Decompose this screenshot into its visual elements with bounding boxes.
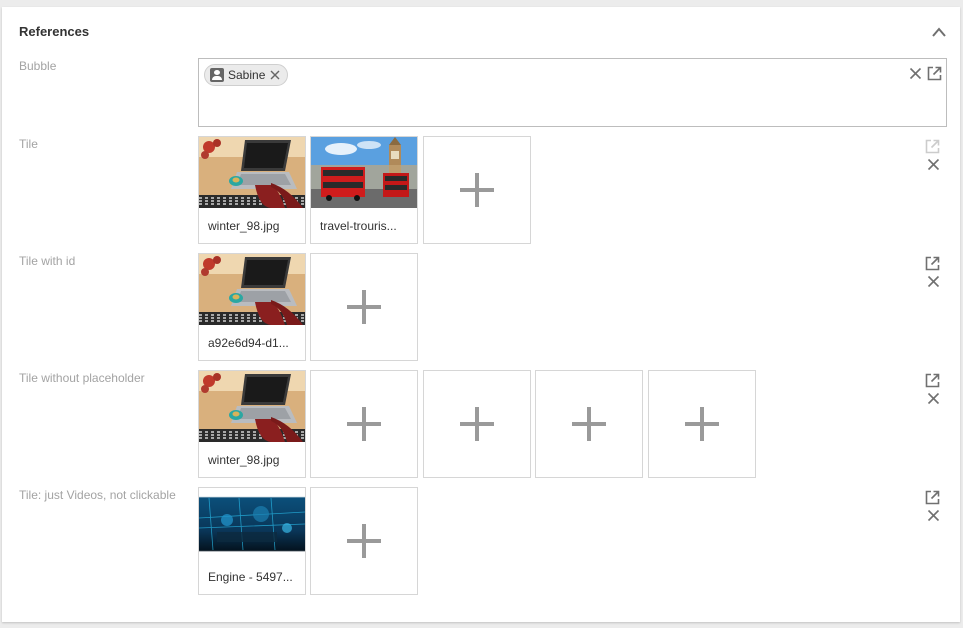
plus-icon — [347, 407, 381, 441]
plus-icon — [572, 407, 606, 441]
plus-icon — [460, 173, 494, 207]
close-icon[interactable] — [909, 67, 922, 80]
close-icon[interactable] — [927, 158, 940, 171]
laptop-desk-photo — [199, 371, 305, 442]
open-external-icon[interactable] — [925, 373, 940, 388]
row-label-tile: Tile — [19, 137, 38, 151]
panel-title: References — [19, 24, 90, 39]
chevron-up-icon[interactable] — [931, 26, 947, 38]
reference-tile[interactable]: winter_98.jpg — [198, 370, 306, 478]
row-label-tile-without-placeholder: Tile without placeholder — [19, 371, 145, 385]
row-label-tile-just-videos: Tile: just Videos, not clickable — [19, 488, 176, 502]
row-label-tile-with-id: Tile with id — [19, 254, 76, 268]
tile-caption: winter_98.jpg — [208, 453, 280, 467]
engine-video-still — [199, 488, 305, 559]
reference-tile[interactable]: winter_98.jpg — [198, 136, 306, 244]
add-reference-tile[interactable] — [423, 370, 531, 478]
close-icon[interactable] — [927, 275, 940, 288]
plus-icon — [460, 407, 494, 441]
chip-label: Sabine — [228, 68, 266, 82]
open-external-icon — [925, 139, 940, 154]
add-reference-tile[interactable] — [310, 487, 418, 595]
person-icon — [210, 68, 224, 82]
open-external-icon[interactable] — [925, 256, 940, 271]
laptop-desk-photo — [199, 254, 305, 325]
row-label-bubble: Bubble — [19, 59, 57, 73]
plus-icon — [685, 407, 719, 441]
plus-icon — [347, 290, 381, 324]
tile-caption: winter_98.jpg — [208, 219, 280, 233]
references-panel: References Bubble Sabine Tile winter_98.… — [2, 7, 960, 622]
open-external-icon[interactable] — [927, 66, 942, 81]
reference-tile[interactable]: a92e6d94-d1... — [198, 253, 306, 361]
close-icon[interactable] — [269, 69, 281, 81]
tile-caption: travel-trouris... — [320, 219, 397, 233]
tile-caption: a92e6d94-d1... — [208, 336, 289, 350]
bubble-reference-field[interactable]: Sabine — [198, 58, 947, 127]
plus-icon — [347, 524, 381, 558]
reference-tile[interactable]: travel-trouris... — [310, 136, 418, 244]
add-reference-tile[interactable] — [310, 370, 418, 478]
reference-chip[interactable]: Sabine — [204, 64, 289, 86]
add-reference-tile[interactable] — [310, 253, 418, 361]
add-reference-tile[interactable] — [648, 370, 756, 478]
london-bus-photo — [311, 137, 417, 208]
tile-caption: Engine - 5497... — [208, 570, 293, 584]
open-external-icon[interactable] — [925, 490, 940, 505]
reference-tile: Engine - 5497... — [198, 487, 306, 595]
add-reference-tile[interactable] — [535, 370, 643, 478]
close-icon[interactable] — [927, 392, 940, 405]
close-icon[interactable] — [927, 509, 940, 522]
add-reference-tile[interactable] — [423, 136, 531, 244]
laptop-desk-photo — [199, 137, 305, 208]
